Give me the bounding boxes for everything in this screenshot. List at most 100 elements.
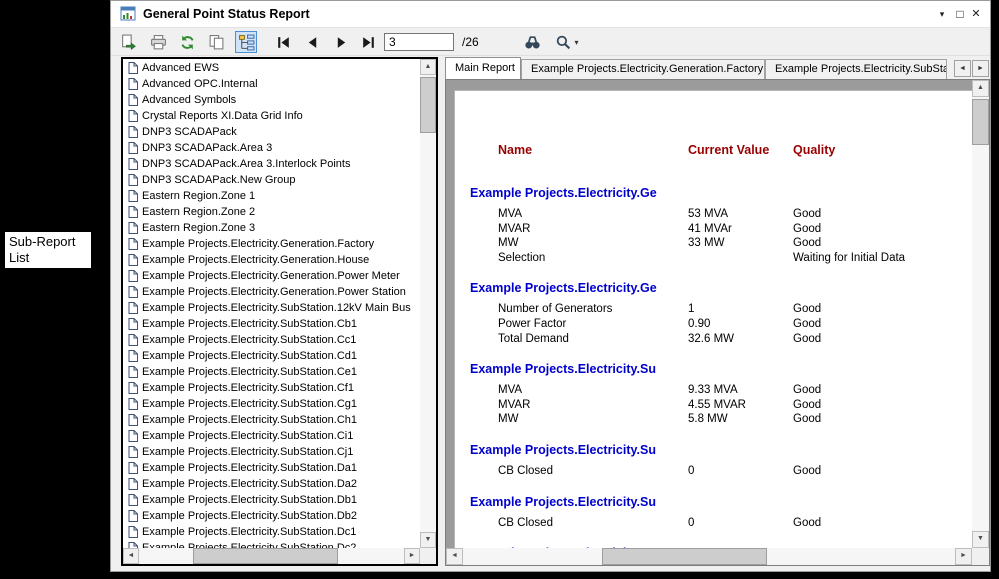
point-value: 53 MVA <box>688 208 728 220</box>
subreport-tree-item[interactable]: Eastern Region.Zone 3 <box>123 220 420 236</box>
export-report-button[interactable] <box>117 31 139 53</box>
scroll-right-button[interactable]: ► <box>955 548 972 565</box>
report-vertical-scrollbar[interactable]: ▲ ▼ <box>972 80 989 548</box>
scrollbar-thumb[interactable] <box>193 548 338 564</box>
subreport-tree-item-label: Eastern Region.Zone 2 <box>142 206 255 218</box>
scroll-down-button[interactable]: ▼ <box>420 532 436 548</box>
subreport-tree-item[interactable]: DNP3 SCADAPack.New Group <box>123 172 420 188</box>
refresh-report-button[interactable] <box>176 31 198 53</box>
tree-vertical-scrollbar[interactable]: ▲ ▼ <box>420 59 436 548</box>
point-quality: Good <box>793 237 821 249</box>
subreport-tree-item[interactable]: Example Projects.Electricity.SubStation.… <box>123 380 420 396</box>
scroll-left-button[interactable]: ◄ <box>123 548 139 564</box>
tab-main-report[interactable]: Main Report <box>445 57 521 79</box>
zoom-button[interactable]: ▾ <box>551 31 583 53</box>
subreport-tree-item[interactable]: Advanced OPC.Internal <box>123 76 420 92</box>
document-icon <box>128 126 138 138</box>
subreport-tree-item[interactable]: Eastern Region.Zone 2 <box>123 204 420 220</box>
go-to-previous-page-button[interactable] <box>301 31 323 53</box>
subreport-tree-item[interactable]: Example Projects.Electricity.Generation.… <box>123 252 420 268</box>
tab-scroll-left-button[interactable]: ◄ <box>954 60 971 77</box>
document-icon <box>128 398 138 410</box>
tab-subreport-1[interactable]: Example Projects.Electricity.Generation.… <box>521 59 765 79</box>
subreport-tree-item[interactable]: Example Projects.Electricity.SubStation.… <box>123 412 420 428</box>
subreport-tree-item-label: Example Projects.Electricity.Generation.… <box>142 286 406 298</box>
document-icon <box>128 462 138 474</box>
maximize-button[interactable]: □ <box>952 1 968 28</box>
page-number-input[interactable] <box>384 33 454 51</box>
point-value: 0 <box>688 465 694 477</box>
subreport-tree-item[interactable]: DNP3 SCADAPack.Area 3.Interlock Points <box>123 156 420 172</box>
go-to-first-page-button[interactable] <box>272 31 294 53</box>
tab-subreport-2[interactable]: Example Projects.Electricity.SubStati <box>765 59 947 79</box>
document-icon <box>128 190 138 202</box>
subreport-list-panel: Advanced EWSAdvanced OPC.InternalAdvance… <box>121 57 438 566</box>
zoom-dropdown-caret[interactable]: ▾ <box>574 38 578 47</box>
section-heading: Example Projects.Electricity.Su <box>470 443 656 457</box>
go-to-last-page-button[interactable] <box>357 31 379 53</box>
nav-next-icon <box>333 34 350 51</box>
subreport-tree-item[interactable]: Example Projects.Electricity.SubStation.… <box>123 428 420 444</box>
scroll-up-button[interactable]: ▲ <box>420 59 436 75</box>
report-horizontal-scrollbar[interactable]: ◄ ► <box>446 548 972 565</box>
close-button[interactable]: ✕ <box>968 1 984 28</box>
subreport-tree-item[interactable]: Example Projects.Electricity.SubStation.… <box>123 332 420 348</box>
document-icon <box>128 62 138 74</box>
subreport-tree-item[interactable]: Crystal Reports XI.Data Grid Info <box>123 108 420 124</box>
subreport-tree-item[interactable]: Example Projects.Electricity.SubStation.… <box>123 460 420 476</box>
subreport-tree-item[interactable]: Example Projects.Electricity.Generation.… <box>123 284 420 300</box>
subreport-tree-item[interactable]: Example Projects.Electricity.SubStation.… <box>123 508 420 524</box>
subreport-tree-item-label: Example Projects.Electricity.SubStation.… <box>142 430 353 442</box>
subreport-tree-item[interactable]: Example Projects.Electricity.SubStation.… <box>123 396 420 412</box>
find-text-button[interactable] <box>521 31 543 53</box>
subreport-tree-item[interactable]: Example Projects.Electricity.Generation.… <box>123 236 420 252</box>
document-icon <box>128 430 138 442</box>
scrollbar-thumb[interactable] <box>420 77 436 133</box>
document-icon <box>128 510 138 522</box>
binoculars-icon <box>524 34 541 51</box>
section-heading: Example Projects.Electricity.Su <box>470 495 656 509</box>
tree-horizontal-scrollbar[interactable]: ◄ ► <box>123 548 420 564</box>
point-name: Power Factor <box>498 318 566 330</box>
scroll-left-button[interactable]: ◄ <box>446 548 463 565</box>
scroll-right-button[interactable]: ► <box>404 548 420 564</box>
window-menu-button[interactable]: ▾ <box>934 1 950 28</box>
subreport-tree-item[interactable]: Example Projects.Electricity.SubStation.… <box>123 364 420 380</box>
subreport-tree-item-label: Example Projects.Electricity.Generation.… <box>142 254 369 266</box>
subreport-tree-item[interactable]: Example Projects.Electricity.SubStation.… <box>123 492 420 508</box>
subreport-tree-item[interactable]: DNP3 SCADAPack <box>123 124 420 140</box>
point-value: 0.90 <box>688 318 710 330</box>
report-column-headers: Name Current Value Quality <box>455 143 990 159</box>
report-body: Example Projects.Electricity.GeMVA53 MVA… <box>455 186 990 566</box>
subreport-tree-item[interactable]: Example Projects.Electricity.SubStation.… <box>123 476 420 492</box>
subreport-tree-item[interactable]: DNP3 SCADAPack.Area 3 <box>123 140 420 156</box>
subreport-tree-item-label: Crystal Reports XI.Data Grid Info <box>142 110 303 122</box>
scrollbar-thumb[interactable] <box>602 548 767 565</box>
go-to-next-page-button[interactable] <box>330 31 352 53</box>
report-row: MVA53 MVAGood <box>455 208 990 223</box>
report-tabs: ◄ ► Main ReportExample Projects.Electric… <box>445 57 990 79</box>
point-quality: Good <box>793 223 821 235</box>
tab-scroll-right-button[interactable]: ► <box>972 60 989 77</box>
subreport-tree-item[interactable]: Example Projects.Electricity.SubStation.… <box>123 540 420 548</box>
subreport-tree-item[interactable]: Eastern Region.Zone 1 <box>123 188 420 204</box>
subreport-tree-item[interactable]: Example Projects.Electricity.SubStation.… <box>123 316 420 332</box>
copy-button[interactable] <box>205 31 227 53</box>
scroll-up-button[interactable]: ▲ <box>972 80 989 97</box>
report-row: MW33 MWGood <box>455 237 990 252</box>
document-icon <box>128 382 138 394</box>
subreport-tree-item[interactable]: Example Projects.Electricity.SubStation.… <box>123 524 420 540</box>
subreport-tree-item[interactable]: Advanced EWS <box>123 60 420 76</box>
subreport-tree-item[interactable]: Example Projects.Electricity.Generation.… <box>123 268 420 284</box>
toggle-group-tree-button[interactable] <box>235 31 257 53</box>
subreport-tree-item[interactable]: Example Projects.Electricity.SubStation.… <box>123 444 420 460</box>
document-icon <box>128 286 138 298</box>
subreport-tree-item[interactable]: Example Projects.Electricity.SubStation.… <box>123 300 420 316</box>
subreport-tree-item[interactable]: Advanced Symbols <box>123 92 420 108</box>
point-quality: Waiting for Initial Data <box>793 252 905 264</box>
nav-prev-icon <box>304 34 321 51</box>
scroll-down-button[interactable]: ▼ <box>972 531 989 548</box>
print-report-button[interactable] <box>147 31 169 53</box>
scrollbar-thumb[interactable] <box>972 99 989 145</box>
subreport-tree-item[interactable]: Example Projects.Electricity.SubStation.… <box>123 348 420 364</box>
